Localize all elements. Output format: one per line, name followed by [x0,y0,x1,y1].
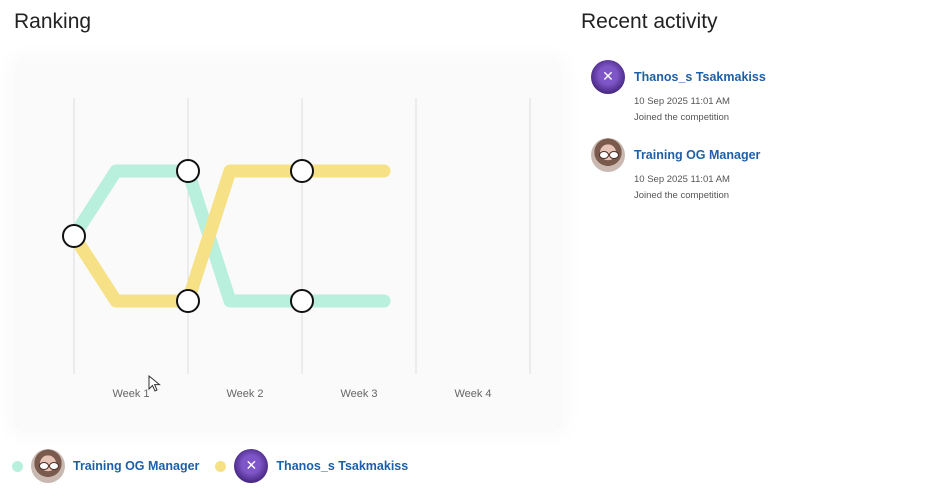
brand-mark-icon: ✕ [602,69,614,85]
chart-legend: Training OG Manager ✕ Thanos_s Tsakmakis… [12,448,424,484]
person-avatar [31,449,65,483]
activity-description: Joined the competition [634,112,730,123]
brand-mark-icon: ✕ [245,458,258,474]
legend-swatch [12,460,23,472]
person-avatar[interactable] [591,138,625,172]
recent-activity-list: ✕ Thanos_s Tsakmakiss 10 Sep 2025 11:01 … [591,60,911,216]
activity-item: Training OG Manager 10 Sep 2025 11:01 AM… [591,138,911,216]
data-point-marker [176,159,200,183]
activity-item: ✕ Thanos_s Tsakmakiss 10 Sep 2025 11:01 … [591,60,911,138]
data-point-marker [62,224,86,248]
legend-item-training-og-manager[interactable]: Training OG Manager [12,449,199,483]
legend-item-thanos-tsakmakiss[interactable]: ✕ Thanos_s Tsakmakiss [215,449,408,483]
data-point-marker [290,289,314,313]
activity-description: Joined the competition [634,190,730,201]
x-tick-label: Week 2 [226,388,263,400]
data-point-marker [290,159,314,183]
recent-activity-title: Recent activity [581,10,718,33]
ranking-chart: Week 1 Week 2 Week 3 Week 4 [14,60,562,432]
x-tick-label: Week 3 [340,388,377,400]
ranking-title: Ranking [14,10,92,33]
activity-user-link[interactable]: Thanos_s Tsakmakiss [634,70,766,84]
brand-avatar: ✕ [234,449,269,483]
activity-timestamp: 10 Sep 2025 11:01 AM [634,96,730,107]
legend-label[interactable]: Thanos_s Tsakmakiss [276,459,408,473]
activity-timestamp: 10 Sep 2025 11:01 AM [634,174,730,185]
x-tick-label: Week 4 [454,388,491,400]
legend-swatch [215,460,227,472]
ranking-chart-svg: Week 1 Week 2 Week 3 Week 4 [62,98,531,400]
legend-label[interactable]: Training OG Manager [73,459,199,473]
x-tick-label: Week 1 [112,388,149,400]
activity-user-link[interactable]: Training OG Manager [634,148,760,162]
data-point-marker [176,289,200,313]
brand-avatar[interactable]: ✕ [591,60,625,94]
